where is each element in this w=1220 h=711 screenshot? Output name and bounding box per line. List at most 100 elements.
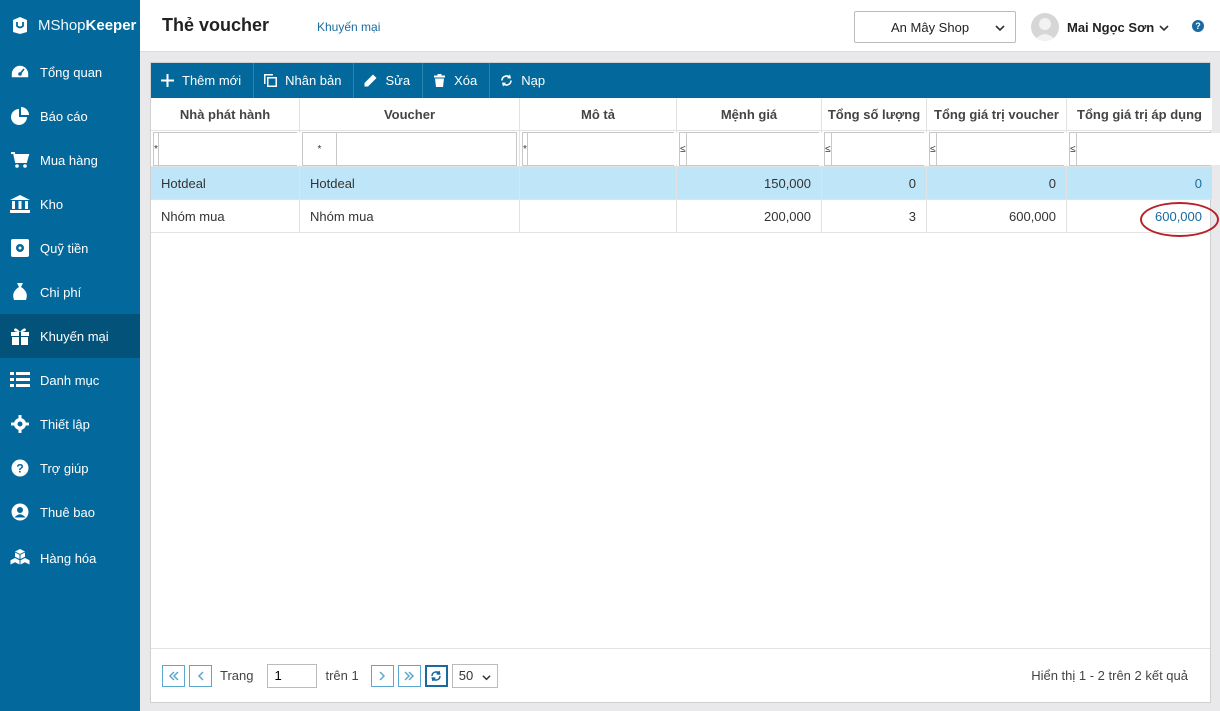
sidebar: MShop Keeper Tổng quan Báo cáo Mua hàng K… bbox=[0, 0, 140, 711]
user-name[interactable]: Mai Ngọc Sơn bbox=[1067, 20, 1154, 35]
page-size-select[interactable]: 50 bbox=[451, 663, 498, 688]
delete-button[interactable]: Xóa bbox=[423, 63, 491, 98]
user-icon bbox=[10, 502, 30, 522]
brand-bold: Keeper bbox=[85, 16, 137, 34]
add-button[interactable]: Thêm mới bbox=[151, 63, 255, 98]
cell-description bbox=[520, 200, 677, 232]
avatar[interactable] bbox=[1031, 13, 1059, 41]
duplicate-button-label: Nhân bản bbox=[285, 73, 342, 88]
cell-total-quantity: 0 bbox=[822, 167, 927, 199]
table-row[interactable]: Nhóm mua Nhóm mua 200,000 3 600,000 600,… bbox=[151, 200, 1212, 233]
trash-icon bbox=[434, 74, 446, 87]
cell-total-voucher-value: 600,000 bbox=[927, 200, 1067, 232]
last-page-button[interactable] bbox=[397, 664, 421, 687]
page-size-value: 50 bbox=[458, 668, 474, 683]
delete-button-label: Xóa bbox=[454, 73, 478, 88]
reload-button[interactable]: Nạp bbox=[490, 63, 557, 98]
filter-box: ≤ bbox=[929, 132, 1114, 166]
filter-box: * bbox=[153, 132, 336, 166]
column-header[interactable]: Tổng giá trị áp dụng bbox=[1067, 98, 1212, 130]
first-page-button[interactable] bbox=[162, 664, 185, 687]
money-bag-icon bbox=[10, 282, 30, 302]
cell-description bbox=[520, 167, 677, 199]
help-icon[interactable]: ? bbox=[1192, 20, 1204, 32]
column-header[interactable]: Mệnh giá bbox=[677, 98, 822, 130]
column-header[interactable]: Tổng số lượng bbox=[822, 98, 927, 130]
page-number-input[interactable] bbox=[267, 663, 318, 688]
breadcrumb[interactable]: Khuyến mại bbox=[317, 20, 380, 34]
cell-face-value: 200,000 bbox=[677, 200, 822, 232]
cell-publisher: Nhóm mua bbox=[151, 200, 300, 232]
edit-button[interactable]: Sửa bbox=[354, 63, 424, 98]
filter-cell: ≤ bbox=[1067, 131, 1220, 166]
filter-input[interactable] bbox=[1076, 133, 1220, 165]
sidebar-item-catalog[interactable]: Danh mục bbox=[0, 358, 140, 402]
refresh-page-button[interactable] bbox=[424, 664, 448, 687]
column-header[interactable]: Tổng giá trị voucher bbox=[927, 98, 1067, 130]
filter-cell: ≤ bbox=[822, 131, 1009, 166]
column-header[interactable]: Nhà phát hành bbox=[151, 98, 300, 130]
question-icon: ? bbox=[10, 458, 30, 478]
sidebar-item-reports[interactable]: Báo cáo bbox=[0, 94, 140, 138]
double-chevron-right-icon bbox=[404, 670, 415, 681]
sidebar-item-label: Báo cáo bbox=[40, 108, 88, 124]
safe-icon bbox=[10, 238, 30, 258]
sidebar-item-cash[interactable]: Quỹ tiền bbox=[0, 226, 140, 270]
cubes-icon bbox=[10, 548, 30, 568]
filter-operator[interactable]: * bbox=[303, 133, 337, 165]
page-of-label: trên 1 bbox=[325, 668, 359, 683]
voucher-table: Nhà phát hành Voucher Mô tả Mệnh giá Tổn… bbox=[151, 98, 1220, 233]
voucher-panel: Thêm mới Nhân bản Sửa Xóa Nạp Nhà phát h… bbox=[150, 62, 1220, 703]
dashboard-icon bbox=[10, 62, 30, 82]
prev-page-button[interactable] bbox=[189, 664, 212, 687]
shop-select[interactable]: An Mây Shop bbox=[854, 11, 1016, 43]
avatar-placeholder-icon bbox=[1034, 18, 1056, 41]
cart-icon bbox=[10, 150, 30, 170]
toolbar: Thêm mới Nhân bản Sửa Xóa Nạp bbox=[151, 63, 1210, 98]
pencil-icon bbox=[364, 74, 377, 87]
pagination: Trang trên 1 50 Hiển thị 1 - 2 trên 2 kế… bbox=[151, 648, 1210, 702]
sidebar-item-label: Quỹ tiền bbox=[40, 240, 89, 256]
next-page-button[interactable] bbox=[370, 664, 394, 687]
sidebar-item-label: Danh mục bbox=[40, 372, 100, 388]
column-header[interactable]: Mô tả bbox=[520, 98, 677, 130]
sidebar-item-expense[interactable]: Chi phí bbox=[0, 270, 140, 314]
result-info: Hiển thị 1 - 2 trên 2 kết quả bbox=[1031, 668, 1188, 683]
chevron-down-icon bbox=[995, 25, 1005, 32]
plus-icon bbox=[161, 74, 174, 87]
cell-total-applied-value-link[interactable]: 600,000 bbox=[1067, 200, 1212, 232]
cell-publisher: Hotdeal bbox=[151, 167, 300, 199]
cell-total-voucher-value: 0 bbox=[927, 167, 1067, 199]
filter-input[interactable] bbox=[337, 133, 516, 165]
chevron-down-icon bbox=[482, 674, 491, 680]
sidebar-item-label: Kho bbox=[40, 196, 64, 212]
cell-total-applied-value-link[interactable]: 0 bbox=[1067, 167, 1212, 199]
header: Thẻ voucher Khuyến mại An Mây Shop Mai N… bbox=[140, 0, 1220, 52]
copy-icon bbox=[264, 74, 278, 87]
sidebar-item-label: Chi phí bbox=[40, 284, 82, 300]
column-header[interactable]: Voucher bbox=[300, 98, 520, 130]
sidebar-item-help[interactable]: ? Trợ giúp bbox=[0, 446, 140, 490]
sidebar-item-purchase[interactable]: Mua hàng bbox=[0, 138, 140, 182]
reload-button-label: Nạp bbox=[521, 73, 546, 88]
edit-button-label: Sửa bbox=[385, 73, 411, 88]
duplicate-button[interactable]: Nhân bản bbox=[254, 63, 355, 98]
list-icon bbox=[10, 370, 30, 390]
chevron-down-icon[interactable] bbox=[1159, 23, 1169, 33]
filter-box: ≤ bbox=[1069, 132, 1220, 166]
shop-bag-icon bbox=[13, 17, 27, 34]
sidebar-item-subscription[interactable]: Thuê bao bbox=[0, 490, 140, 534]
refresh-icon bbox=[431, 670, 441, 681]
sidebar-item-settings[interactable]: Thiết lập bbox=[0, 402, 140, 446]
sidebar-item-goods[interactable]: Hàng hóa bbox=[0, 536, 140, 580]
sidebar-item-promotion[interactable]: Khuyến mại bbox=[0, 314, 140, 358]
table-row[interactable]: Hotdeal Hotdeal 150,000 0 0 0 bbox=[151, 167, 1212, 200]
sidebar-item-overview[interactable]: Tổng quan bbox=[0, 50, 140, 94]
sidebar-item-warehouse[interactable]: Kho bbox=[0, 182, 140, 226]
page-title: Thẻ voucher bbox=[162, 15, 270, 35]
app-logo[interactable]: MShop Keeper bbox=[0, 0, 140, 50]
cell-total-quantity: 3 bbox=[822, 200, 927, 232]
double-chevron-left-icon bbox=[168, 670, 179, 681]
cell-voucher: Nhóm mua bbox=[300, 200, 520, 232]
sidebar-item-label: Trợ giúp bbox=[40, 460, 89, 476]
